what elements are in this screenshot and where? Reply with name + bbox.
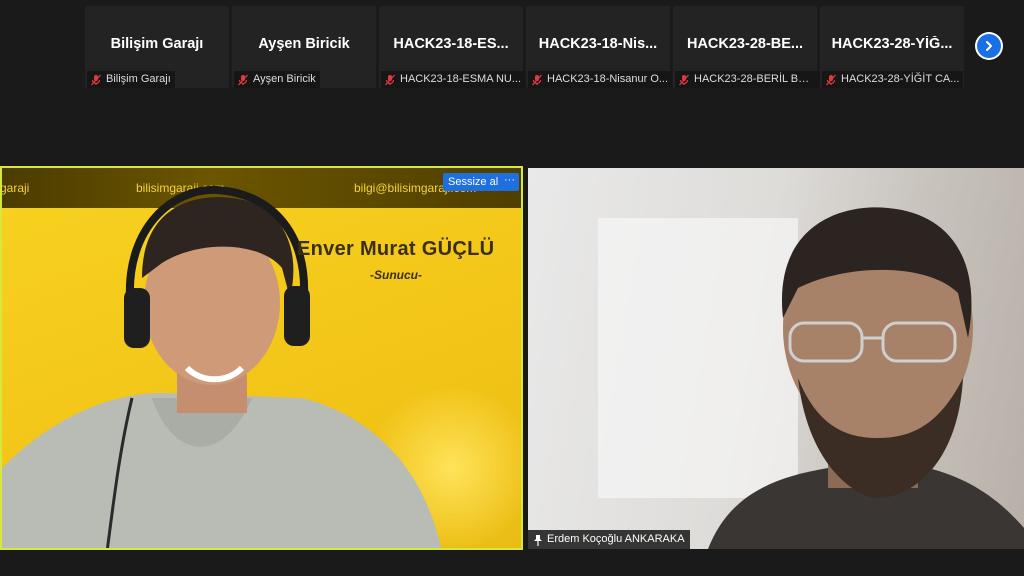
- more-options-button[interactable]: ···: [500, 173, 519, 191]
- participant-label: HACK23-28-BERİL BER...: [675, 71, 820, 88]
- mic-off-icon: [826, 74, 836, 85]
- participant-tile[interactable]: Bilişim Garajı Bilişim Garajı: [85, 6, 229, 88]
- participant-tile[interactable]: HACK23-28-BE... HACK23-28-BERİL BER...: [673, 6, 820, 88]
- presenter-figure: [2, 185, 442, 548]
- participant-display-name: HACK23-28-BE...: [686, 36, 804, 52]
- participant-label-text: HACK23-28-YİĞİT CA...: [841, 73, 960, 85]
- participant-display-name: HACK23-18-Nis...: [538, 36, 658, 52]
- participant-label-text: Ayşen Biricik: [253, 73, 316, 85]
- participant-label: HACK23-18-Nisanur O...: [528, 71, 673, 88]
- participant-name-tag: Erdem Koçoğlu ANKARAKA: [528, 530, 690, 549]
- pin-icon: [534, 534, 542, 546]
- participant-tile[interactable]: HACK23-28-YİĞ... HACK23-28-YİĞİT CA...: [820, 6, 964, 88]
- presenter-role: -Sunucu-: [370, 268, 422, 282]
- participant-tile[interactable]: HACK23-18-Nis... HACK23-18-Nisanur O...: [526, 6, 673, 88]
- mic-off-icon: [679, 74, 689, 85]
- presenter-name: Enver Murat GÜÇLÜ: [297, 238, 495, 260]
- mic-off-icon: [532, 74, 542, 85]
- next-page-button[interactable]: [975, 32, 1003, 60]
- participant-strip: Bilişim Garajı Bilişim Garajı Ayşen Biri…: [85, 6, 964, 88]
- mic-off-icon: [385, 74, 395, 85]
- chevron-right-icon: [977, 34, 1001, 58]
- participant-video[interactable]: Erdem Koçoğlu ANKARAKA: [528, 168, 1024, 549]
- participant-label-text: HACK23-28-BERİL BER...: [694, 73, 816, 85]
- active-speaker-video[interactable]: garaji bilisimgaraji.com bilgi@bilisimga…: [0, 166, 523, 550]
- mic-off-icon: [91, 74, 101, 85]
- participant-label: Ayşen Biricik: [234, 71, 320, 88]
- mic-off-icon: [238, 74, 248, 85]
- participant-figure: [598, 207, 1024, 549]
- mute-button[interactable]: Sessize al: [443, 173, 504, 191]
- participant-display-name: HACK23-18-ES...: [393, 36, 509, 52]
- participant-name: Erdem Koçoğlu ANKARAKA: [547, 533, 685, 545]
- participant-label-text: HACK23-18-ESMA NU...: [400, 73, 522, 85]
- participant-tile[interactable]: Ayşen Biricik Ayşen Biricik: [232, 6, 376, 88]
- participant-display-name: HACK23-28-YİĞ...: [831, 36, 953, 52]
- participant-label: HACK23-18-ESMA NU...: [381, 71, 526, 88]
- participant-label-text: Bilişim Garajı: [106, 73, 171, 85]
- participant-label-text: HACK23-18-Nisanur O...: [547, 73, 669, 85]
- participant-display-name: Bilişim Garajı: [110, 36, 204, 52]
- participant-label: Bilişim Garajı: [87, 71, 175, 88]
- participant-label: HACK23-28-YİĞİT CA...: [822, 71, 964, 88]
- participant-tile[interactable]: HACK23-18-ES... HACK23-18-ESMA NU...: [379, 6, 526, 88]
- participant-display-name: Ayşen Biricik: [258, 36, 350, 52]
